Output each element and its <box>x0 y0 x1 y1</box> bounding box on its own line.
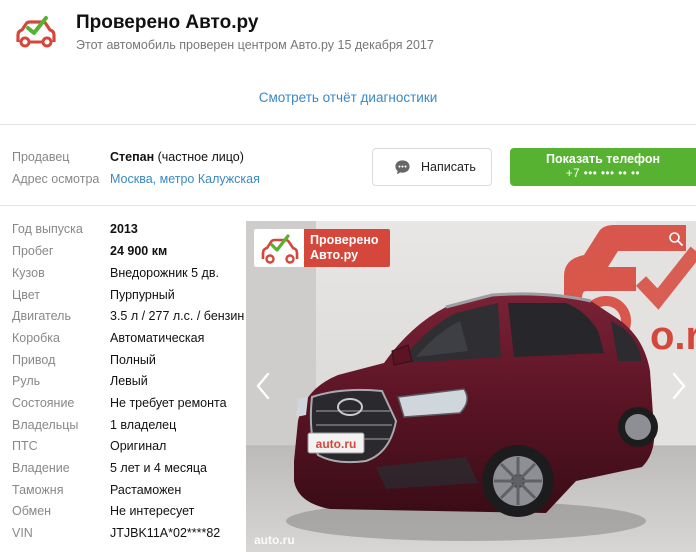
spec-value: Полный <box>110 353 156 367</box>
spec-row-condition: Состояние Не требует ремонта <box>0 392 246 413</box>
spec-value: Не требует ремонта <box>110 396 227 410</box>
spec-label: Пробег <box>12 244 54 258</box>
spec-value: Автоматическая <box>110 331 205 345</box>
spec-value: 24 900 км <box>110 244 168 258</box>
inspection-address-link[interactable]: Москва, метро Калужская <box>110 172 260 186</box>
spec-label: Коробка <box>12 331 60 345</box>
spec-label: Владение <box>12 461 70 475</box>
badge-line-2: Авто.ру <box>310 248 359 262</box>
car-check-icon <box>16 16 56 48</box>
car-photo: o.r auto.ru <box>246 221 696 552</box>
spec-row-body: Кузов Внедорожник 5 дв. <box>0 262 246 283</box>
show-phone-button[interactable]: Показать телефон +7 ••• ••• •• •• <box>510 148 696 186</box>
seller-type: (частное лицо) <box>154 150 244 164</box>
spec-row-mileage: Пробег 24 900 км <box>0 240 246 261</box>
spec-label: ПТС <box>12 439 38 453</box>
write-button-label: Написать <box>421 160 476 174</box>
spec-row-exchange: Обмен Не интересует <box>0 500 246 521</box>
spec-label: Руль <box>12 374 41 388</box>
verified-badge: Проверено Авто.ру <box>254 229 390 267</box>
spec-label: Кузов <box>12 266 45 280</box>
spec-row-vin: VIN JTJBK11A*02****82 <box>0 522 246 543</box>
chevron-right-icon[interactable] <box>670 371 688 401</box>
plate-text: auto.ru <box>316 437 357 451</box>
spec-row-owners: Владельцы 1 владелец <box>0 414 246 435</box>
chat-bubble-icon <box>395 160 410 175</box>
seller-name: Степан (частное лицо) <box>110 150 244 164</box>
wall-logo-text: o.r <box>650 314 696 358</box>
verified-banner: Проверено Авто.ру Этот автомобиль провер… <box>0 0 696 124</box>
masked-phone-number: +7 ••• ••• •• •• <box>565 168 641 180</box>
spec-value: 3.5 л / 277 л.с. / бензин <box>110 309 245 323</box>
verified-title: Проверено Авто.ру <box>76 12 259 33</box>
spec-value: JTJBK11A*02****82 <box>110 526 221 540</box>
spec-value: Не интересует <box>110 504 195 518</box>
spec-row-engine: Двигатель 3.5 л / 277 л.с. / бензин <box>0 305 246 326</box>
spec-label: Обмен <box>12 504 52 518</box>
spec-row-pts: ПТС Оригинал <box>0 435 246 456</box>
spec-label: Привод <box>12 353 56 367</box>
verified-subtitle: Этот автомобиль проверен центром Авто.ру… <box>76 38 434 52</box>
spec-value: 2013 <box>110 222 138 236</box>
spec-label: Состояние <box>12 396 75 410</box>
diagnostics-report-link[interactable]: Смотреть отчёт диагностики <box>0 90 696 105</box>
write-message-button[interactable]: Написать <box>372 148 492 186</box>
car-photo-gallery[interactable]: o.r auto.ru Проверено Авто.ру auto.ru <box>246 221 696 552</box>
spec-row-customs: Таможня Растаможен <box>0 479 246 500</box>
zoom-icon[interactable] <box>668 231 684 247</box>
spec-row-drive: Привод Полный <box>0 349 246 370</box>
spec-value: Растаможен <box>110 483 182 497</box>
show-phone-label: Показать телефон <box>545 152 661 166</box>
spec-value: 5 лет и 4 месяца <box>110 461 208 475</box>
spec-row-gearbox: Коробка Автоматическая <box>0 327 246 348</box>
photo-watermark: auto.ru <box>254 533 295 547</box>
spec-label: Цвет <box>12 288 41 302</box>
address-label: Адрес осмотра <box>12 172 100 186</box>
spec-row-year: Год выпуска 2013 <box>0 218 246 239</box>
spec-row-steering: Руль Левый <box>0 370 246 391</box>
spec-value: Оригинал <box>110 439 167 453</box>
spec-value: Левый <box>110 374 148 388</box>
spec-label: VIN <box>12 526 33 540</box>
badge-line-1: Проверено <box>310 233 379 247</box>
spec-label: Год выпуска <box>12 222 83 236</box>
spec-row-ownership: Владение 5 лет и 4 месяца <box>0 457 246 478</box>
badge-logo <box>254 229 304 267</box>
spec-value: Внедорожник 5 дв. <box>110 266 219 280</box>
spec-label: Таможня <box>12 483 64 497</box>
seller-block: Продавец Степан (частное лицо) Адрес осм… <box>0 125 696 205</box>
badge-text: Проверено Авто.ру <box>310 233 379 263</box>
seller-name-text: Степан <box>110 150 155 164</box>
spec-label: Двигатель <box>12 309 71 323</box>
spec-label: Владельцы <box>12 418 79 432</box>
spec-row-color: Цвет Пурпурный <box>0 284 246 305</box>
seller-label: Продавец <box>12 150 70 164</box>
spec-value: Пурпурный <box>110 288 175 302</box>
spec-value: 1 владелец <box>110 418 177 432</box>
car-specs: Год выпуска 2013 Пробег 24 900 км Кузов Вне… <box>0 206 246 552</box>
car-check-icon <box>261 234 299 264</box>
chevron-left-icon[interactable] <box>254 371 272 401</box>
